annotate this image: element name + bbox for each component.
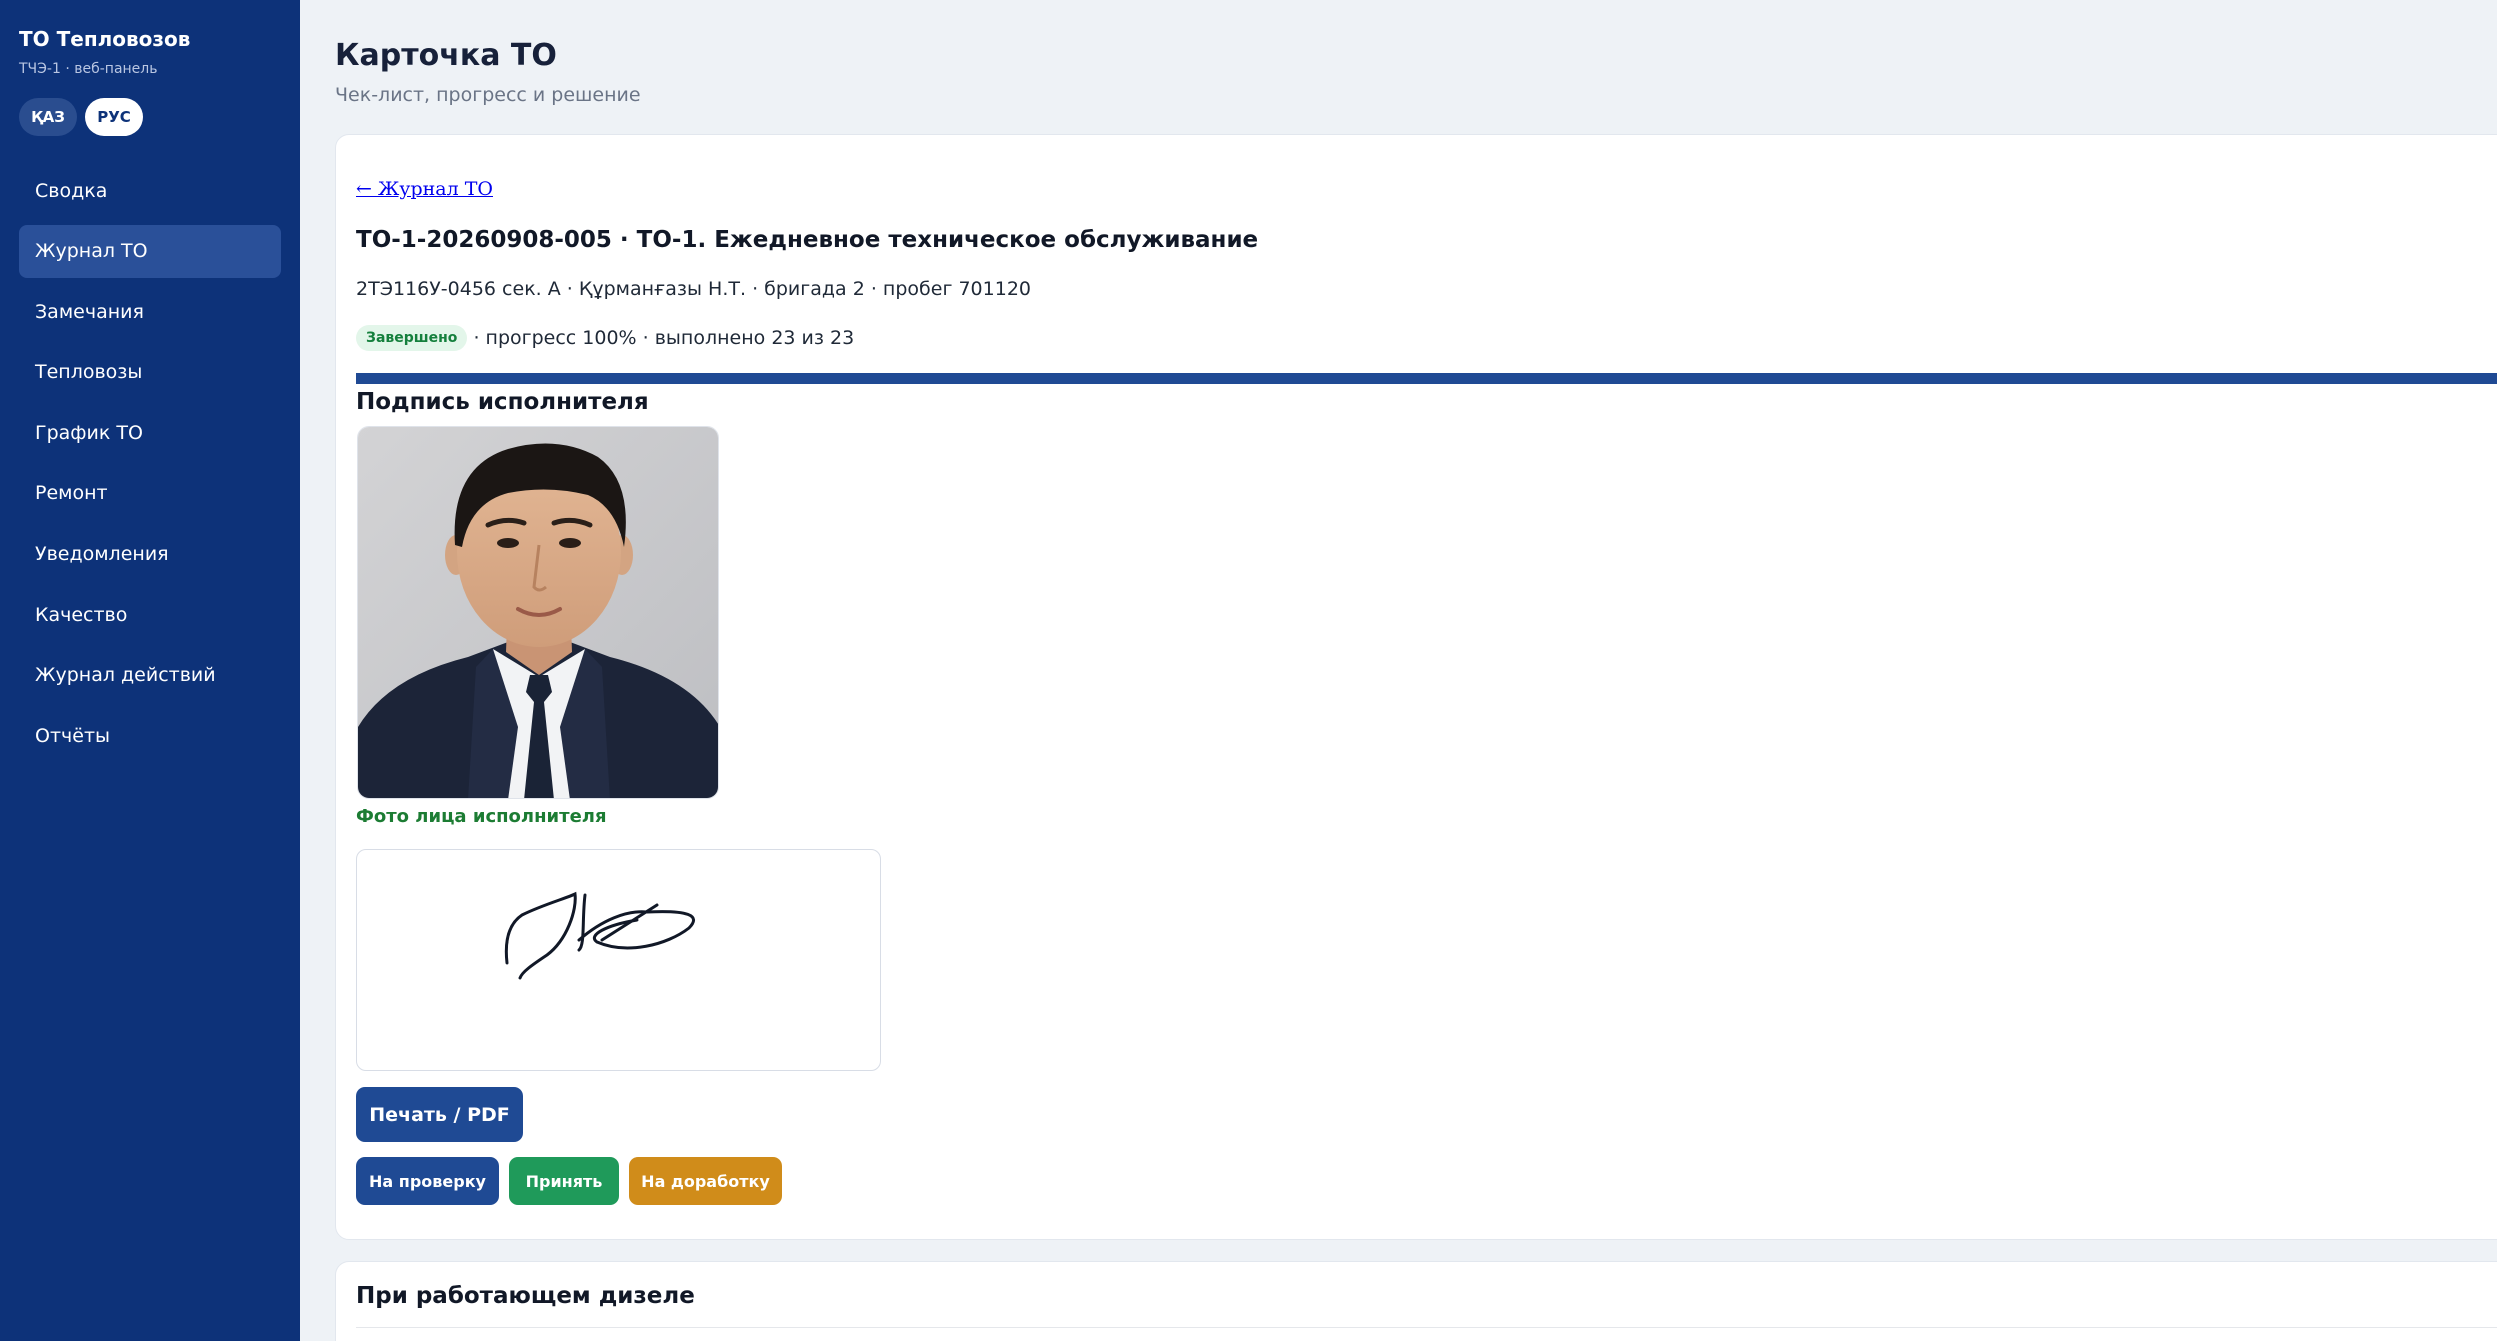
executor-photo	[357, 426, 719, 799]
sidebar-item-quality[interactable]: Качество	[19, 588, 281, 641]
signature-box	[356, 849, 881, 1071]
sidebar-item-summary[interactable]: Сводка	[19, 164, 281, 217]
send-to-review-button[interactable]: На проверку	[356, 1157, 499, 1205]
send-to-rework-button[interactable]: На доработку	[629, 1157, 782, 1205]
order-title: ТО-1-20260908-005 · ТО-1. Ежедневное тех…	[356, 227, 1259, 253]
sidebar-item-remarks[interactable]: Замечания	[19, 285, 281, 338]
sidebar-item-schedule[interactable]: График ТО	[19, 406, 281, 459]
sidebar-item-action-log[interactable]: Журнал действий	[19, 649, 281, 702]
print-pdf-button[interactable]: Печать / PDF	[356, 1087, 523, 1142]
accept-button[interactable]: Принять	[509, 1157, 619, 1205]
app-root: ТО Тепловозов ТЧЭ-1 · веб-панель ҚАЗ РУС…	[0, 0, 2497, 1341]
signature-heading: Подпись исполнителя	[356, 389, 649, 415]
language-switcher: ҚАЗ РУС	[19, 98, 143, 136]
sidebar-item-locomotives[interactable]: Тепловозы	[19, 346, 281, 399]
sidebar-item-maintenance-log[interactable]: Журнал ТО	[19, 224, 281, 278]
status-badge: Завершено	[356, 325, 468, 351]
lang-rus-button[interactable]: РУС	[85, 98, 143, 136]
back-to-log-link[interactable]: ← Журнал ТО	[356, 178, 493, 200]
sidebar-nav: Сводка Журнал ТО Замечания Тепловозы Гра…	[19, 164, 281, 770]
status-row: Завершено · прогресс 100% · выполнено 23…	[356, 325, 854, 351]
signature-drawing-icon	[504, 891, 696, 980]
sidebar-item-notifications[interactable]: Уведомления	[19, 528, 281, 581]
sidebar-item-repair[interactable]: Ремонт	[19, 467, 281, 520]
photo-caption: Фото лица исполнителя	[356, 806, 607, 827]
page-title: Карточка ТО	[335, 38, 557, 73]
sidebar-item-reports[interactable]: Отчёты	[19, 709, 281, 762]
sidebar: ТО Тепловозов ТЧЭ-1 · веб-панель ҚАЗ РУС…	[0, 0, 300, 1341]
progress-bar-fill	[356, 373, 2497, 384]
progress-text: · прогресс 100% · выполнено 23 из 23	[473, 327, 855, 349]
progress-bar	[356, 373, 2497, 384]
order-meta: 2ТЭ116У-0456 сек. А · Құрманғазы Н.Т. · …	[356, 278, 1031, 300]
section-divider	[356, 1327, 2497, 1328]
section-title-diesel-running: При работающем дизеле	[356, 1283, 695, 1309]
avatar-photo-icon	[358, 427, 718, 798]
lang-kaz-button[interactable]: ҚАЗ	[19, 98, 77, 136]
brand-subtitle: ТЧЭ-1 · веб-панель	[19, 61, 158, 77]
brand: ТО Тепловозов ТЧЭ-1 · веб-панель	[19, 27, 190, 77]
brand-title: ТО Тепловозов	[19, 27, 191, 51]
page-subtitle: Чек-лист, прогресс и решение	[335, 84, 641, 106]
